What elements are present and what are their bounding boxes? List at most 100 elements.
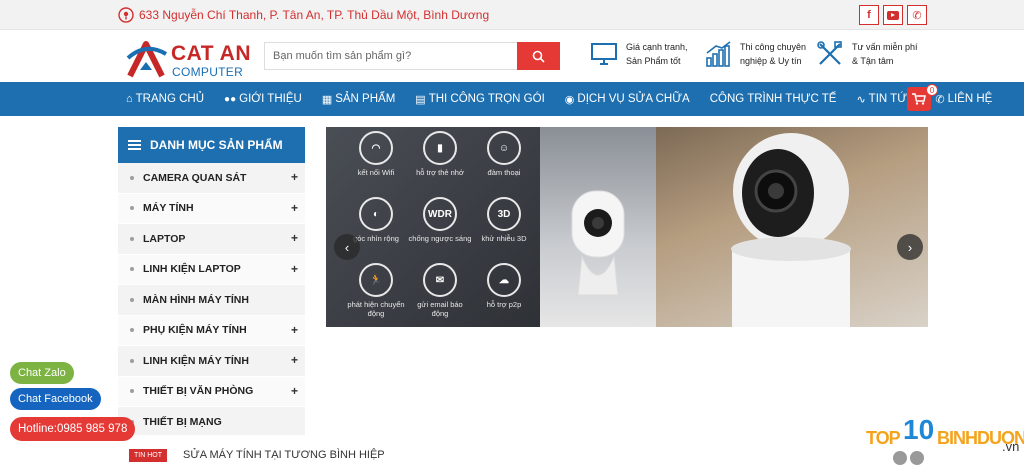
hotline-button[interactable]: Hotline:0985 985 978: [10, 417, 136, 441]
expand-plus-icon[interactable]: +: [291, 231, 298, 245]
nav-label: DỊCH VỤ SỬA CHỮA: [577, 93, 690, 105]
chevron-left-icon: ‹: [344, 239, 350, 255]
camera-feature: 🏃 phát hiện chuyển động: [344, 263, 408, 327]
bullet-icon: [130, 297, 134, 302]
category-label: LAPTOP: [143, 232, 186, 245]
slider-dots: [893, 451, 924, 465]
social-links: f ✆: [859, 5, 927, 25]
slider-dot[interactable]: [893, 451, 907, 465]
youtube-link[interactable]: [883, 5, 903, 25]
cart-icon: [912, 93, 926, 105]
address-text: 633 Nguyễn Chí Thanh, P. Tân An, TP. Thủ…: [139, 8, 490, 22]
nav-item-construction[interactable]: ▤ THI CÔNG TRỌN GÓI: [415, 93, 544, 106]
address: 633 Nguyễn Chí Thanh, P. Tân An, TP. Thủ…: [118, 6, 489, 24]
nav-item-home[interactable]: ⌂ TRANG CHỦ: [126, 93, 204, 105]
chevron-right-icon: ›: [907, 239, 913, 255]
nav-item-projects[interactable]: CÔNG TRÌNH THỰC TẾ: [710, 93, 837, 105]
category-label: THIẾT BỊ MẠNG: [143, 415, 222, 428]
category-item[interactable]: MÀN HÌNH MÁY TÍNH: [118, 285, 305, 316]
search-bar: [264, 42, 560, 70]
hero-slider: ◠ kết nối Wifi ▮ hỗ trợ thẻ nhớ ☺ đàm thoại ◐ g…: [326, 127, 928, 327]
feature-price: Giá cạnh tranh, Sản Phẩm tốt: [590, 40, 688, 68]
category-label: MÀN HÌNH MÁY TÍNH: [143, 293, 249, 306]
camera-feature: ☺ đàm thoại: [472, 131, 536, 197]
search-icon: [532, 50, 545, 63]
phone-link[interactable]: ✆: [907, 5, 927, 25]
category-item[interactable]: THIẾT BỊ MẠNG: [118, 407, 305, 438]
feature-icon: ☺: [487, 131, 521, 165]
feature-label: phát hiện chuyển động: [347, 300, 405, 318]
feature-price-line1: Giá cạnh tranh,: [626, 42, 688, 52]
watermark-top: TOP: [866, 428, 901, 448]
category-item[interactable]: LAPTOP +: [118, 224, 305, 255]
facebook-link[interactable]: f: [859, 5, 879, 25]
feature-label: kết nối Wifi: [357, 168, 395, 177]
expand-plus-icon[interactable]: +: [291, 323, 298, 337]
feature-icon: WDR: [423, 197, 457, 231]
feature-icon: ▮: [423, 131, 457, 165]
phone-icon: ✆: [912, 9, 922, 22]
feature-icon: 🏃: [359, 263, 393, 297]
chat-zalo-button[interactable]: Chat Zalo: [10, 362, 74, 384]
feature-construction-line2: nghiệp & Uy tín: [740, 56, 802, 66]
search-input[interactable]: [265, 43, 519, 69]
expand-plus-icon[interactable]: +: [291, 201, 298, 215]
camera-feature: ☁ hỗ trợ p2p: [472, 263, 536, 327]
feature-price-line2: Sản Phẩm tốt: [626, 56, 681, 66]
feature-icon: 3D: [487, 197, 521, 231]
hot-news-headline[interactable]: SỬA MÁY TÍNH TẠI TƯƠNG BÌNH HIỆP: [183, 449, 385, 461]
category-item[interactable]: CAMERA QUAN SÁT +: [118, 163, 305, 194]
nav-label: CÔNG TRÌNH THỰC TẾ: [709, 93, 837, 105]
list-icon: ▤: [415, 93, 426, 106]
nav-item-products[interactable]: ▦ SẢN PHẨM: [322, 93, 395, 106]
search-button[interactable]: [517, 42, 560, 70]
slider-next-button[interactable]: ›: [897, 234, 923, 260]
category-header[interactable]: DANH MỤC SẢN PHẨM: [118, 127, 305, 163]
bullet-icon: [130, 358, 134, 363]
home-icon: ⌂: [126, 93, 133, 105]
slider-dot[interactable]: [910, 451, 924, 465]
category-title: DANH MỤC SẢN PHẨM: [150, 138, 283, 152]
category-item[interactable]: LINH KIỆN LAPTOP +: [118, 254, 305, 285]
category-item[interactable]: PHỤ KIỆN MÁY TÍNH +: [118, 315, 305, 346]
nav-item-repair[interactable]: ◉ DỊCH VỤ SỬA CHỮA: [565, 93, 690, 106]
feature-icon: ◐: [359, 197, 393, 231]
feature-label: góc nhìn rộng: [353, 234, 399, 243]
location-pin-icon: [118, 7, 134, 23]
feature-construction-line1: Thi công chuyên: [740, 42, 807, 52]
expand-plus-icon[interactable]: +: [291, 170, 298, 184]
logo-mark-icon: [126, 41, 168, 78]
cart-count-badge: 0: [926, 84, 938, 96]
nav-item-contact[interactable]: ✆ LIÊN HỆ: [935, 93, 992, 106]
nav-item-about[interactable]: ●● GIỚI THIỆU: [224, 93, 302, 105]
feature-label: chống ngược sáng: [408, 234, 472, 243]
users-icon: ●●: [224, 93, 237, 105]
feature-icon: ☁: [487, 263, 521, 297]
nav-label: TRANG CHỦ: [135, 93, 205, 105]
feature-consult-line2: & Tận tâm: [852, 56, 894, 66]
bullet-icon: [130, 206, 134, 211]
category-label: THIẾT BỊ VĂN PHÒNG: [143, 385, 254, 398]
category-list: CAMERA QUAN SÁT + MÁY TÍNH + LAPTOP + LINH KIỆ…: [118, 163, 305, 438]
logo-subtitle: COMPUTER: [172, 65, 244, 79]
expand-plus-icon[interactable]: +: [291, 353, 298, 367]
camera-feature: ◠ kết nối Wifi: [344, 131, 408, 197]
expand-plus-icon[interactable]: +: [291, 262, 298, 276]
category-label: LINH KIỆN LAPTOP: [143, 263, 241, 276]
category-label: LINH KIỆN MÁY TÍNH: [143, 354, 249, 367]
main-nav: ⌂ TRANG CHỦ ●● GIỚI THIỆU ▦ SẢN PHẨM ▤ THI C…: [0, 82, 1024, 116]
feature-label: khử nhiễu 3D: [481, 234, 527, 243]
logo[interactable]: CAT AN COMPUTER: [126, 40, 256, 79]
category-item[interactable]: MÁY TÍNH +: [118, 193, 305, 224]
slide-camera-closeup: [656, 127, 928, 327]
chat-facebook-button[interactable]: Chat Facebook: [10, 388, 101, 410]
grid-icon: ▦: [321, 93, 333, 106]
expand-plus-icon[interactable]: +: [291, 384, 298, 398]
slider-prev-button[interactable]: ‹: [334, 234, 360, 260]
category-item[interactable]: THIẾT BỊ VĂN PHÒNG +: [118, 376, 305, 407]
feature-label: gửi email báo động: [417, 300, 463, 318]
category-item[interactable]: LINH KIỆN MÁY TÍNH +: [118, 346, 305, 377]
top-bar: 633 Nguyễn Chí Thanh, P. Tân An, TP. Thủ…: [0, 0, 1024, 30]
monitor-icon: [591, 43, 617, 65]
chart-icon: [706, 41, 731, 67]
